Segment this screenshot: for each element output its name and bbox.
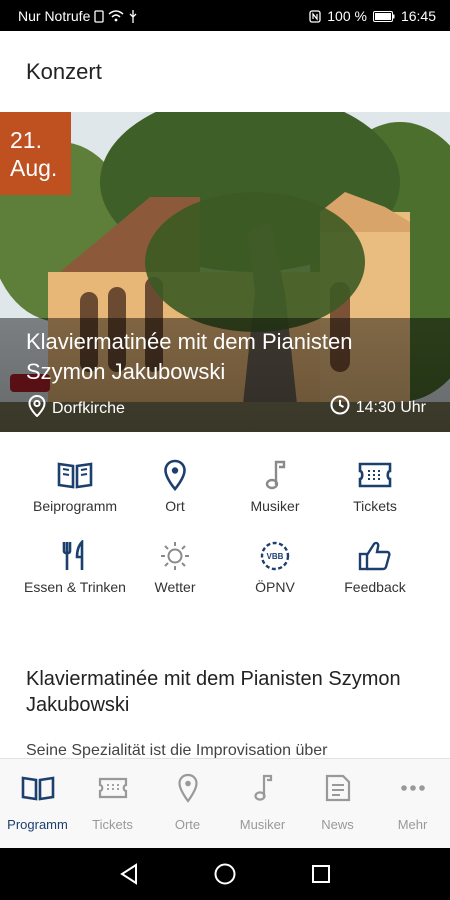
nav-tickets[interactable]: Tickets <box>75 771 150 832</box>
vbb-transit-icon: VBB <box>220 539 330 573</box>
clock: 16:45 <box>400 8 436 24</box>
date-month: Aug. <box>10 155 58 181</box>
content-title: Klaviermatinée mit dem Pianisten Szymon … <box>26 668 401 716</box>
music-note-icon <box>220 458 330 492</box>
event-location: Dorfkirche <box>28 394 125 422</box>
battery-icon <box>372 10 395 22</box>
svg-text:VBB: VBB <box>267 552 284 561</box>
back-button[interactable] <box>118 862 140 891</box>
action-label: Feedback <box>344 579 406 595</box>
action-label: ÖPNV <box>255 579 295 595</box>
location-pin-icon <box>150 771 225 805</box>
event-time: 14:30 Uhr <box>330 395 426 420</box>
action-label: Wetter <box>154 579 196 595</box>
action-beiprogramm[interactable]: Beiprogramm <box>20 458 130 515</box>
action-oepnv[interactable]: VBB ÖPNV <box>220 539 330 596</box>
back-triangle-icon <box>120 863 137 885</box>
action-label: Beiprogramm <box>32 498 118 514</box>
action-ort[interactable]: Ort <box>120 458 230 515</box>
clock-icon <box>330 395 350 420</box>
action-feedback[interactable]: Feedback <box>320 539 430 596</box>
event-location-text: Dorfkirche <box>52 399 125 417</box>
more-icon <box>375 771 450 805</box>
sun-icon <box>120 539 230 573</box>
recents-button[interactable] <box>310 862 332 891</box>
system-nav-bar <box>0 848 450 900</box>
nav-label: Programm <box>7 817 68 832</box>
date-badge: 21. Aug. <box>0 112 71 195</box>
status-bar: Nur Notrufe 100 % 16:45 <box>0 0 450 31</box>
bottom-nav: Programm Tickets Orte Musiker News Mehr <box>0 758 450 848</box>
nav-label: Orte <box>174 817 201 832</box>
news-icon <box>300 771 375 805</box>
sim-icon <box>94 9 105 23</box>
nfc-icon <box>309 9 321 23</box>
nav-label: News <box>321 817 354 832</box>
nav-label: Mehr <box>397 817 428 832</box>
book-icon <box>20 458 130 492</box>
nav-label: Musiker <box>239 817 286 832</box>
event-time-text: 14:30 Uhr <box>355 398 426 416</box>
date-day: 21. <box>10 127 42 153</box>
action-musiker[interactable]: Musiker <box>220 458 330 515</box>
event-title: Klaviermatinée mit dem Pianisten Szymon … <box>26 329 353 384</box>
nav-label: Tickets <box>92 817 133 832</box>
event-hero[interactable]: 21. Aug. Klaviermatinée mit dem Pianiste… <box>0 112 450 432</box>
music-note-icon <box>225 771 300 805</box>
book-icon <box>0 771 75 805</box>
action-tickets[interactable]: Tickets <box>320 458 430 515</box>
page-title: Konzert <box>26 59 102 84</box>
home-button[interactable] <box>213 862 237 891</box>
app-bar: Konzert <box>0 31 450 112</box>
battery-percent: 100 % <box>327 8 367 24</box>
action-label: Essen & Trinken <box>24 579 126 595</box>
usb-icon <box>128 9 138 23</box>
action-essen-trinken[interactable]: Essen & Trinken <box>20 539 130 596</box>
wifi-icon <box>108 10 124 22</box>
location-pin-icon <box>28 394 46 422</box>
fork-knife-icon <box>20 539 130 573</box>
nav-orte[interactable]: Orte <box>150 771 225 832</box>
nav-mehr[interactable]: Mehr <box>375 771 450 832</box>
action-label: Tickets <box>353 498 397 514</box>
thumbs-up-icon <box>320 539 430 573</box>
nav-news[interactable]: News <box>300 771 375 832</box>
action-wetter[interactable]: Wetter <box>120 539 230 596</box>
action-label: Ort <box>165 498 185 514</box>
home-circle-icon <box>214 863 236 885</box>
carrier-text: Nur Notrufe <box>18 8 91 24</box>
ticket-icon <box>320 458 430 492</box>
nav-programm[interactable]: Programm <box>0 771 75 832</box>
ticket-icon <box>75 771 150 805</box>
nav-musiker[interactable]: Musiker <box>225 771 300 832</box>
action-label: Musiker <box>250 498 300 514</box>
recents-square-icon <box>312 865 330 883</box>
location-pin-icon <box>120 458 230 492</box>
